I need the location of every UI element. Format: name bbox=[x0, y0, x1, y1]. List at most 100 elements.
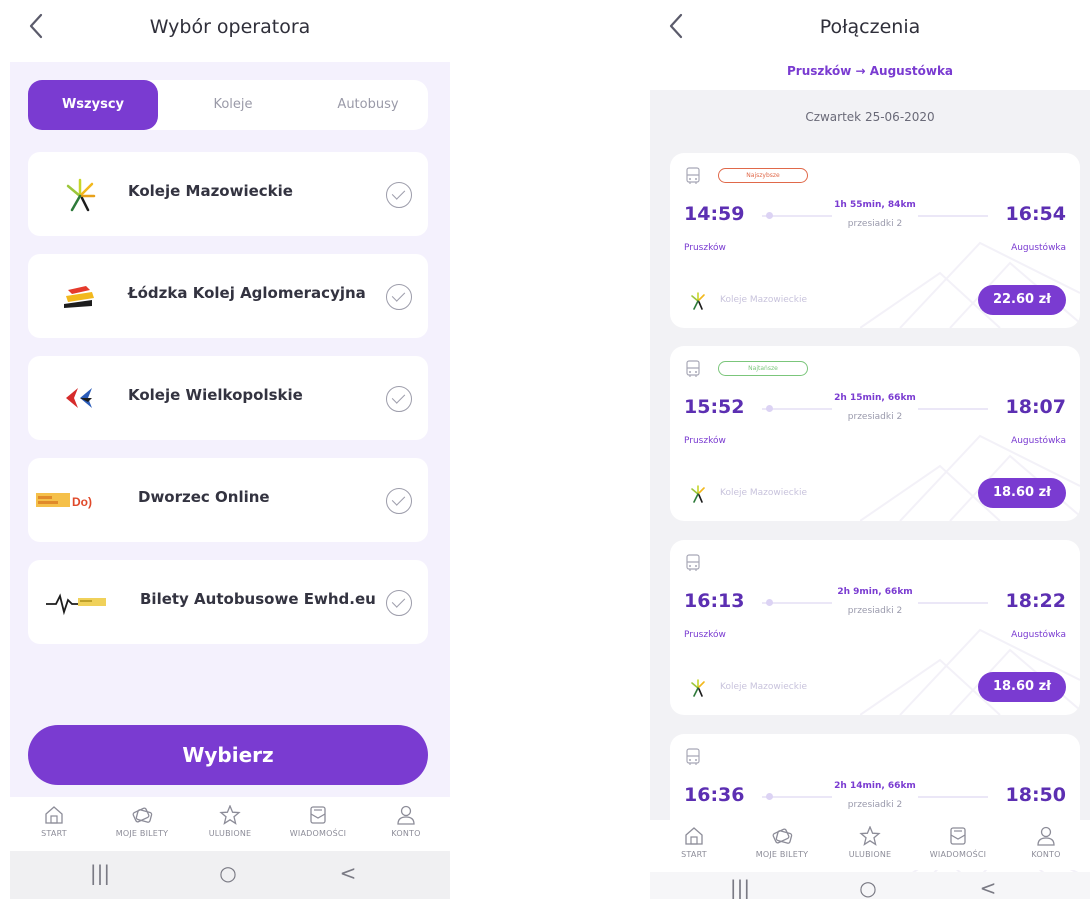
operator-item-koleje-wielkopolskie[interactable]: Koleje Wielkopolskie bbox=[28, 356, 428, 440]
operator-item-lka[interactable]: Łódzka Kolej Aglomeracyjna bbox=[28, 254, 428, 338]
system-nav-bar: ||| ○ < bbox=[650, 872, 1090, 899]
check-circle-icon[interactable] bbox=[386, 284, 412, 310]
user-icon bbox=[1037, 826, 1055, 846]
operator-name: Łódzka Kolej Aglomeracyjna bbox=[128, 284, 366, 302]
connection-card[interactable]: 16:13 18:22 2h 9min, 66km przesiadki 2 Prusz… bbox=[670, 540, 1080, 715]
star-icon bbox=[859, 826, 881, 846]
bottom-nav: START MOJE BILETY ULUBIONE WIADOMOŚCI KO… bbox=[10, 799, 450, 849]
nav-messages[interactable]: WIADOMOŚCI bbox=[914, 820, 1002, 859]
status-badge: Najszybsze bbox=[718, 168, 808, 183]
system-back-button[interactable]: < bbox=[968, 876, 1008, 899]
home-button[interactable]: ○ bbox=[848, 876, 888, 899]
route-dot bbox=[766, 405, 773, 412]
check-circle-icon[interactable] bbox=[386, 590, 412, 616]
check-circle-icon[interactable] bbox=[386, 488, 412, 514]
route-line bbox=[918, 408, 988, 410]
koleje-mazowieckie-logo bbox=[691, 292, 705, 310]
operator-item-dworzec-online[interactable]: Do) Dworzec Online bbox=[28, 458, 428, 542]
departure-station: Pruszków bbox=[684, 436, 726, 446]
nav-label: WIADOMOŚCI bbox=[929, 850, 987, 859]
date-label: Czwartek 25-06-2020 bbox=[805, 110, 935, 124]
nav-account[interactable]: KONTO bbox=[1002, 820, 1090, 859]
nav-my-tickets[interactable]: MOJE BILETY bbox=[98, 799, 186, 838]
nav-label: MOJE BILETY bbox=[755, 850, 809, 859]
operator-name: Koleje Wielkopolskie bbox=[128, 386, 303, 404]
tab-trains[interactable]: Koleje bbox=[173, 80, 293, 130]
nav-my-tickets[interactable]: MOJE BILETY bbox=[738, 820, 826, 859]
departure-station: Pruszków bbox=[684, 630, 726, 640]
changes-count: przesiadki 2 bbox=[847, 412, 903, 422]
message-icon bbox=[950, 827, 966, 845]
duration-distance: 2h 15min, 66km bbox=[834, 393, 916, 403]
connections-screen: Połączenia Pruszków → Augustówka Czwarte… bbox=[650, 0, 1090, 899]
nav-start[interactable]: START bbox=[10, 799, 98, 838]
select-button[interactable]: Wybierz bbox=[28, 725, 428, 785]
operator-name: Koleje Mazowieckie bbox=[720, 295, 808, 305]
operator-item-ewhd[interactable]: Bilety Autobusowe Ewhd.eu bbox=[28, 560, 428, 644]
route-line bbox=[918, 215, 988, 217]
nav-label: KONTO bbox=[1031, 850, 1061, 859]
bottom-nav: START MOJE BILETY ULUBIONE WIADOMOŚCI KO… bbox=[650, 820, 1090, 870]
status-badge: Najtańsze bbox=[718, 361, 808, 376]
route-label: Pruszków → Augustówka bbox=[786, 64, 954, 78]
price-button[interactable]: 18.60 zł bbox=[978, 672, 1066, 702]
nav-label: START bbox=[41, 829, 67, 838]
route-line bbox=[918, 796, 988, 798]
route-dot bbox=[766, 599, 773, 606]
operator-name: Dworzec Online bbox=[138, 488, 270, 506]
home-button[interactable]: ○ bbox=[208, 861, 248, 885]
koleje-mazowieckie-logo bbox=[691, 485, 705, 503]
route-dot bbox=[766, 793, 773, 800]
duration-distance: 2h 14min, 66km bbox=[834, 781, 916, 791]
top-bar: Połączenia Pruszków → Augustówka bbox=[650, 0, 1090, 90]
check-circle-icon[interactable] bbox=[386, 386, 412, 412]
price-button[interactable]: 18.60 zł bbox=[978, 478, 1066, 508]
recent-apps-button[interactable]: ||| bbox=[80, 861, 120, 885]
nav-label: WIADOMOŚCI bbox=[289, 829, 347, 838]
operator-name: Bilety Autobusowe Ewhd.eu bbox=[140, 590, 376, 608]
dworzec-online-logo: Do) bbox=[36, 493, 92, 509]
route-dot bbox=[766, 212, 773, 219]
operator-name: Koleje Mazowieckie bbox=[128, 182, 293, 200]
message-icon bbox=[310, 806, 326, 824]
nav-favorites[interactable]: ULUBIONE bbox=[186, 799, 274, 838]
nav-label: KONTO bbox=[391, 829, 421, 838]
system-nav-bar: ||| ○ < bbox=[10, 851, 450, 899]
duration-distance: 1h 55min, 84km bbox=[834, 200, 916, 210]
user-icon bbox=[397, 805, 415, 825]
operator-selection-screen: Wybór operatora Wszyscy Koleje Autobusy … bbox=[10, 0, 450, 899]
page-title: Wybór operatora bbox=[149, 16, 311, 38]
tickets-icon bbox=[132, 807, 153, 823]
ewhd-logo bbox=[46, 593, 106, 616]
nav-account[interactable]: KONTO bbox=[362, 799, 450, 838]
nav-start[interactable]: START bbox=[650, 820, 738, 859]
bus-icon bbox=[686, 554, 700, 571]
operator-name: Koleje Mazowieckie bbox=[720, 488, 808, 498]
koleje-mazowieckie-logo bbox=[66, 178, 96, 212]
home-icon bbox=[45, 806, 63, 824]
arrival-station: Augustówka bbox=[1011, 243, 1066, 253]
route-line bbox=[918, 602, 988, 604]
arrival-station: Augustówka bbox=[1011, 630, 1066, 640]
nav-messages[interactable]: WIADOMOŚCI bbox=[274, 799, 362, 838]
tickets-icon bbox=[772, 828, 793, 844]
lka-logo bbox=[64, 286, 94, 308]
koleje-wielkopolskie-logo bbox=[66, 388, 92, 408]
system-back-button[interactable]: < bbox=[328, 861, 368, 885]
price-button[interactable]: 22.60 zł bbox=[978, 285, 1066, 315]
home-icon bbox=[685, 827, 703, 845]
changes-count: przesiadki 2 bbox=[847, 606, 903, 616]
departure-station: Pruszków bbox=[684, 243, 726, 253]
connection-card[interactable]: Najszybsze 14:59 16:54 1h 55min, 84km przesi… bbox=[670, 153, 1080, 328]
operator-item-koleje-mazowieckie[interactable]: Koleje Mazowieckie bbox=[28, 152, 428, 236]
logo-text: Do) bbox=[72, 495, 92, 509]
check-circle-icon[interactable] bbox=[386, 182, 412, 208]
tab-buses[interactable]: Autobusy bbox=[308, 80, 428, 130]
recent-apps-button[interactable]: ||| bbox=[720, 876, 760, 899]
operator-name: Koleje Mazowieckie bbox=[720, 682, 808, 692]
nav-favorites[interactable]: ULUBIONE bbox=[826, 820, 914, 859]
operator-type-tabs: Wszyscy Koleje Autobusy bbox=[28, 80, 428, 130]
top-bar: Wybór operatora bbox=[10, 0, 450, 62]
connection-card[interactable]: Najtańsze 15:52 18:07 2h 15min, 66km przesia… bbox=[670, 346, 1080, 521]
tab-all[interactable]: Wszyscy bbox=[28, 80, 158, 130]
